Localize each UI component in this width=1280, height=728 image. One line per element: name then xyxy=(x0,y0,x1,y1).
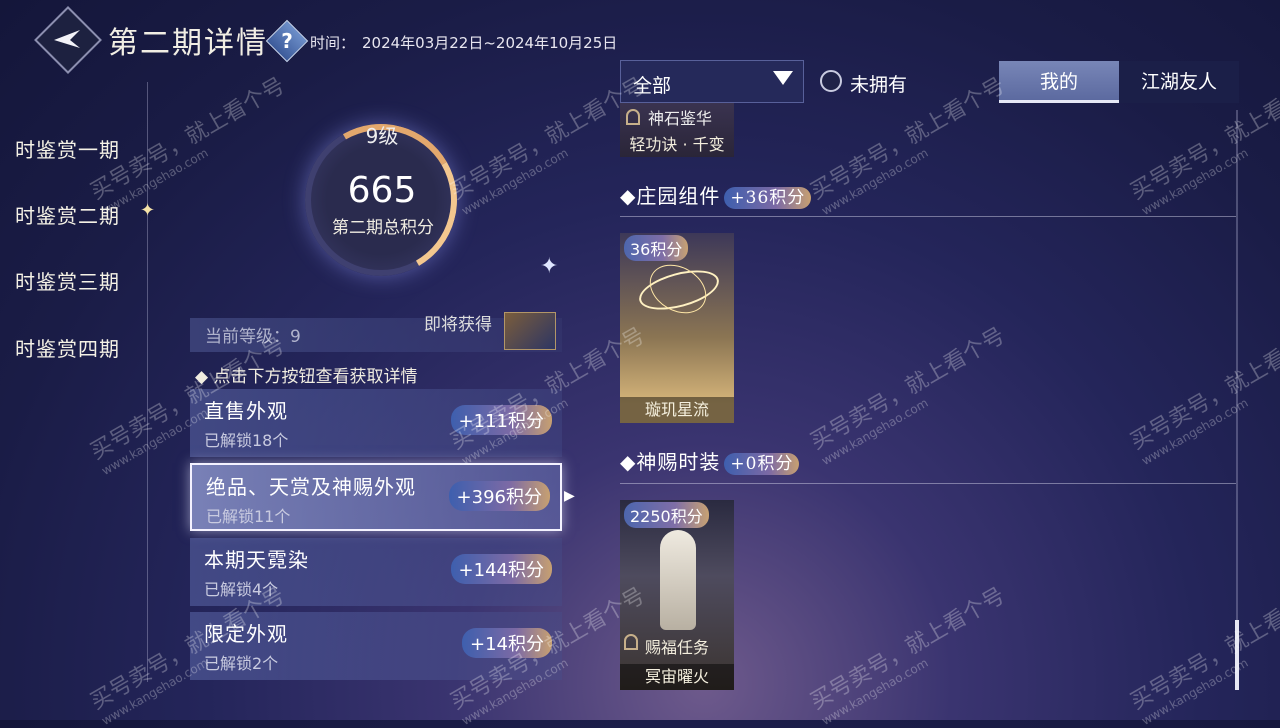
sidebar-item-period-1[interactable]: 时鉴赏一期 xyxy=(15,134,120,163)
outfit-item-top[interactable]: 神石鉴华 轻功诀 · 千变 xyxy=(620,103,734,157)
item-task: 赐福任务 xyxy=(644,638,709,657)
selected-arrow-icon: ▶ xyxy=(564,488,575,504)
sidebar-divider xyxy=(147,82,148,682)
category-unlocked: 已解锁4个 xyxy=(204,580,279,599)
item-name: 神石鉴华 xyxy=(648,109,713,128)
category-title: 绝品、天赏及神赐外观 xyxy=(206,475,416,499)
watermark: 买号卖号，就上看个号 www.kangehao.com xyxy=(806,323,1010,468)
back-button[interactable] xyxy=(34,6,102,74)
category-unlocked: 已解锁11个 xyxy=(206,507,291,526)
item-cost: 2250积分 xyxy=(624,502,709,528)
category-title: 直售外观 xyxy=(204,399,288,423)
section-divider xyxy=(620,483,1236,484)
category-unlocked: 已解锁2个 xyxy=(204,654,279,673)
category-points: +14积分 xyxy=(462,628,552,658)
category-card-limited[interactable]: 限定外观 已解锁2个 +14积分 xyxy=(190,612,562,680)
item-cost: 36积分 xyxy=(624,235,689,261)
not-owned-label[interactable]: 未拥有 xyxy=(850,70,907,97)
hint-label: 点击下方按钮查看获取详情 xyxy=(213,367,418,387)
category-points: +111积分 xyxy=(450,405,552,435)
section-points: +36积分 xyxy=(724,187,812,209)
section-title-text: 庄园组件 xyxy=(636,184,721,208)
total-score-label: 第二期总积分 xyxy=(332,218,434,238)
help-icon[interactable]: ? xyxy=(265,19,309,63)
category-points: +144积分 xyxy=(450,554,552,584)
time-value: 2024年03月22日~2024年10月25日 xyxy=(362,34,618,52)
hint-text: ◆ 点击下方按钮查看获取详情 xyxy=(195,367,418,387)
category-points: +396积分 xyxy=(448,481,550,511)
category-unlocked: 已解锁18个 xyxy=(204,431,289,450)
category-card-premium[interactable]: 绝品、天赏及神赐外观 已解锁11个 +396积分 xyxy=(190,463,562,531)
time-label: 时间： xyxy=(310,34,356,52)
dropdown-arrow-icon xyxy=(773,71,793,85)
lock-icon xyxy=(626,109,640,125)
scrollbar-track[interactable] xyxy=(1236,110,1238,690)
sidebar-item-period-3[interactable]: 时鉴赏三期 xyxy=(15,266,120,295)
character-art xyxy=(660,530,696,630)
section-title-divine: ◆神赐时装 +0积分 xyxy=(620,446,800,475)
category-card-dye[interactable]: 本期天霓染 已解锁4个 +144积分 xyxy=(190,538,562,606)
dropdown-value: 全部 xyxy=(633,75,672,97)
item-card-xuanji[interactable]: 36积分 璇玑星流 xyxy=(620,233,734,423)
current-level-text: 当前等级：9 xyxy=(205,327,301,347)
item-subname: 轻功诀 · 千变 xyxy=(629,135,725,154)
back-arrow-icon xyxy=(54,30,80,48)
category-title: 本期天霓染 xyxy=(204,548,309,572)
item-name: 冥宙曜火 xyxy=(620,664,734,690)
category-card-direct-sale[interactable]: 直售外观 已解锁18个 +111积分 xyxy=(190,389,562,457)
category-title: 限定外观 xyxy=(204,622,288,646)
scrollbar-thumb[interactable] xyxy=(1235,620,1239,690)
item-name: 璇玑星流 xyxy=(620,397,734,423)
watermark: 买号卖号，就上看个号 www.kangehao.com xyxy=(806,583,1010,728)
section-points: +0积分 xyxy=(724,453,800,475)
watermark: 买号卖号，就上看个号 www.kangehao.com xyxy=(1126,323,1280,468)
sidebar-item-period-4[interactable]: 时鉴赏四期 xyxy=(15,333,120,362)
total-score: 665 xyxy=(347,170,417,211)
reward-thumbnail[interactable] xyxy=(504,312,556,350)
level-text: 9级 xyxy=(365,124,399,148)
section-divider xyxy=(620,216,1236,217)
sidebar-item-period-2[interactable]: 时鉴赏二期 xyxy=(15,200,120,229)
filter-dropdown[interactable]: 全部 xyxy=(620,60,804,103)
tab-friends[interactable]: 江湖友人 xyxy=(1119,61,1239,103)
section-title-manor: ◆庄园组件 +36积分 xyxy=(620,180,812,209)
orbit-art-icon xyxy=(641,254,715,324)
not-owned-radio[interactable] xyxy=(820,70,842,92)
sparkle-icon: ✦ xyxy=(540,254,559,279)
help-symbol: ? xyxy=(281,29,293,53)
section-title-text: 神赐时装 xyxy=(636,450,721,474)
upcoming-reward-text: 即将获得 xyxy=(424,315,492,335)
item-card-mingzhou[interactable]: 2250积分 赐福任务 冥宙曜火 xyxy=(620,500,734,690)
selected-marker-icon: ✦ xyxy=(140,200,156,221)
page-title: 第二期详情 xyxy=(108,26,268,61)
watermark: 买号卖号，就上看个号 www.kangehao.com xyxy=(1126,583,1280,728)
tab-mine[interactable]: 我的 xyxy=(999,61,1119,103)
